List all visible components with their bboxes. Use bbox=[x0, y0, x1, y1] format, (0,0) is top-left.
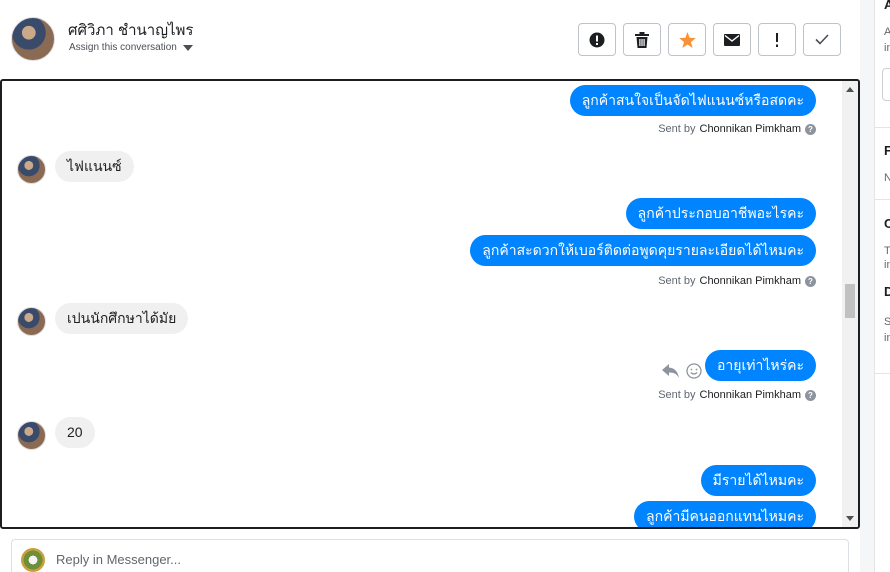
checkmark-icon bbox=[815, 34, 829, 45]
rp-divider bbox=[875, 199, 890, 200]
message-outgoing[interactable]: ลูกค้ามีคนออกแทนไหมคะ bbox=[634, 501, 816, 527]
trash-icon bbox=[635, 31, 649, 48]
sent-by-label: Sent by Chonnikan Pimkham ? bbox=[658, 389, 816, 401]
conversation-toolbar bbox=[578, 23, 841, 56]
rp-divider bbox=[875, 127, 890, 128]
rp-text-1: A bbox=[884, 26, 890, 38]
rp-text-4: To bbox=[884, 245, 890, 257]
question-mark-icon[interactable]: ? bbox=[805, 123, 816, 135]
rp-heading-3: C bbox=[884, 216, 890, 231]
rp-text-7: in bbox=[884, 332, 890, 344]
scroll-thumb[interactable] bbox=[845, 284, 855, 318]
reply-composer[interactable] bbox=[11, 539, 849, 572]
message-thread[interactable]: ลูกค้าสนใจเป็นจัดไฟแนนซ์หรือสดคะ Sent by… bbox=[0, 79, 860, 529]
sent-by-prefix: Sent by bbox=[658, 389, 696, 401]
message-outgoing[interactable]: ลูกค้าสนใจเป็นจัดไฟแนนซ์หรือสดคะ bbox=[569, 85, 816, 116]
sent-by-prefix: Sent by bbox=[658, 275, 696, 287]
rp-divider bbox=[875, 373, 890, 374]
exclamation-circle-icon bbox=[589, 32, 605, 47]
contact-avatar-small[interactable] bbox=[17, 155, 46, 184]
rp-text-5: in bbox=[884, 259, 890, 271]
rp-heading-2: F bbox=[884, 143, 890, 158]
exclamation-icon bbox=[776, 32, 778, 47]
sent-by-prefix: Sent by bbox=[658, 123, 696, 135]
message-incoming[interactable]: เปนนักศึกษาได้มัย bbox=[55, 303, 189, 334]
panel-divider bbox=[860, 0, 874, 572]
contact-avatar-small[interactable] bbox=[17, 307, 46, 336]
sent-by-label: Sent by Chonnikan Pimkham ? bbox=[658, 275, 816, 287]
right-details-panel: A A in F N C To in D S in bbox=[874, 0, 890, 572]
rp-text-2: in bbox=[884, 42, 890, 54]
inbox-app: ศศิวิภา ชำนาญไพร Assign this conversatio… bbox=[0, 0, 890, 572]
rp-text-3: N bbox=[884, 172, 890, 184]
caret-down-icon bbox=[182, 44, 193, 51]
message-outgoing[interactable]: ลูกค้าสะดวกให้เบอร์ติดต่อพูดคุยรายละเอีย… bbox=[470, 235, 816, 266]
reply-input[interactable] bbox=[56, 552, 756, 567]
sender-name[interactable]: Chonnikan Pimkham bbox=[700, 389, 802, 401]
star-icon bbox=[678, 31, 696, 48]
question-mark-icon[interactable]: ? bbox=[805, 275, 816, 287]
assign-conversation-dropdown[interactable]: Assign this conversation bbox=[69, 42, 193, 53]
message-incoming[interactable]: 20 bbox=[55, 417, 95, 448]
rp-text-6: S bbox=[884, 316, 890, 328]
page-logo-avatar bbox=[21, 548, 45, 572]
message-outgoing[interactable]: อายุเท่าไหร่คะ bbox=[704, 350, 816, 381]
contact-avatar[interactable] bbox=[11, 17, 55, 61]
star-button[interactable] bbox=[668, 23, 706, 56]
message-outgoing[interactable]: ลูกค้าประกอบอาชีพอะไรคะ bbox=[625, 198, 816, 229]
mark-done-button[interactable] bbox=[803, 23, 841, 56]
envelope-icon bbox=[724, 33, 740, 46]
sender-name[interactable]: Chonnikan Pimkham bbox=[700, 123, 802, 135]
mark-unread-button[interactable] bbox=[713, 23, 751, 56]
scroll-up-arrow-icon[interactable] bbox=[846, 87, 854, 92]
rp-heading-4: D bbox=[884, 284, 890, 299]
reply-icon[interactable] bbox=[662, 364, 680, 378]
sent-by-label: Sent by Chonnikan Pimkham ? bbox=[658, 123, 816, 135]
mark-spam-button[interactable] bbox=[578, 23, 616, 56]
scroll-down-arrow-icon[interactable] bbox=[846, 516, 854, 521]
message-incoming[interactable]: ไฟแนนซ์ bbox=[55, 151, 134, 182]
contact-name[interactable]: ศศิวิภา ชำนาญไพร bbox=[68, 18, 194, 42]
message-outgoing[interactable]: มีรายได้ไหมคะ bbox=[700, 465, 816, 496]
emoji-reaction-icon[interactable] bbox=[686, 363, 702, 379]
sender-name[interactable]: Chonnikan Pimkham bbox=[700, 275, 802, 287]
contact-avatar-small[interactable] bbox=[17, 421, 46, 450]
rp-input-box[interactable] bbox=[882, 68, 890, 101]
message-actions bbox=[662, 363, 702, 379]
rp-heading-1: A bbox=[884, 0, 890, 12]
conversation-header: ศศิวิภา ชำนาญไพร Assign this conversatio… bbox=[0, 0, 860, 80]
assign-label: Assign this conversation bbox=[69, 42, 177, 53]
thread-scrollbar[interactable] bbox=[842, 81, 858, 527]
follow-up-button[interactable] bbox=[758, 23, 796, 56]
question-mark-icon[interactable]: ? bbox=[805, 389, 816, 401]
delete-button[interactable] bbox=[623, 23, 661, 56]
